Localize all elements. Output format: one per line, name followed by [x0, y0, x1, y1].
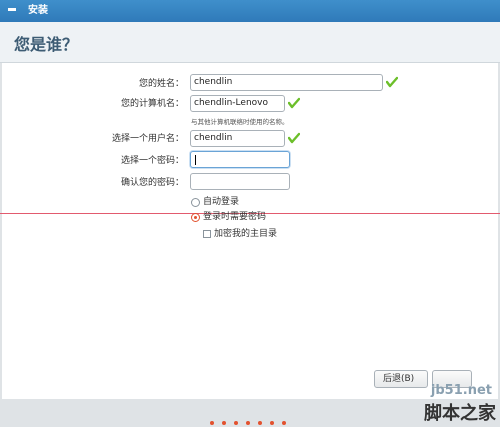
computer-name-label: 您的计算机名： [120, 99, 184, 109]
encrypt-home-label: 加密我的主目录 [214, 229, 278, 239]
progress-dot [258, 421, 262, 425]
page-header: 您是谁？ [0, 22, 500, 63]
check-icon [288, 97, 300, 109]
progress-dot [270, 421, 274, 425]
computer-name-hint: 与其他计算机联络时使用的名称。 [191, 118, 289, 126]
confirm-password-input[interactable] [190, 173, 290, 190]
encrypt-home-checkbox[interactable] [203, 230, 211, 238]
name-label: 您的姓名： [138, 79, 184, 89]
name-input[interactable]: chendlin [190, 74, 383, 91]
password-input[interactable] [190, 151, 290, 168]
watermark-site: jb51.net [430, 383, 492, 398]
progress-dot [210, 421, 214, 425]
progress-dot [234, 421, 238, 425]
title-bar: 安装 [0, 0, 500, 22]
window-title: 安装 [28, 5, 48, 16]
check-icon [386, 76, 398, 88]
watermark: jb51.net 脚本之家 [380, 383, 498, 425]
password-label: 选择一个密码： [120, 156, 184, 166]
username-input[interactable]: chendlin [190, 130, 285, 147]
watermark-brand: 脚本之家 [424, 403, 496, 424]
text-caret [195, 155, 196, 165]
username-label: 选择一个用户名： [111, 134, 184, 144]
check-icon [288, 132, 300, 144]
auto-login-label: 自动登录 [203, 197, 240, 207]
page-title: 您是谁？ [14, 35, 79, 54]
progress-dot [246, 421, 250, 425]
auto-login-radio[interactable] [191, 198, 200, 207]
confirm-password-label: 确认您的密码： [120, 178, 184, 188]
progress-dot [282, 421, 286, 425]
require-password-label: 登录时需要密码 [203, 212, 267, 222]
require-password-radio[interactable] [191, 213, 200, 222]
minus-icon[interactable] [8, 8, 16, 11]
computer-name-input[interactable]: chendlin-Lenovo [190, 95, 285, 112]
progress-dot [222, 421, 226, 425]
